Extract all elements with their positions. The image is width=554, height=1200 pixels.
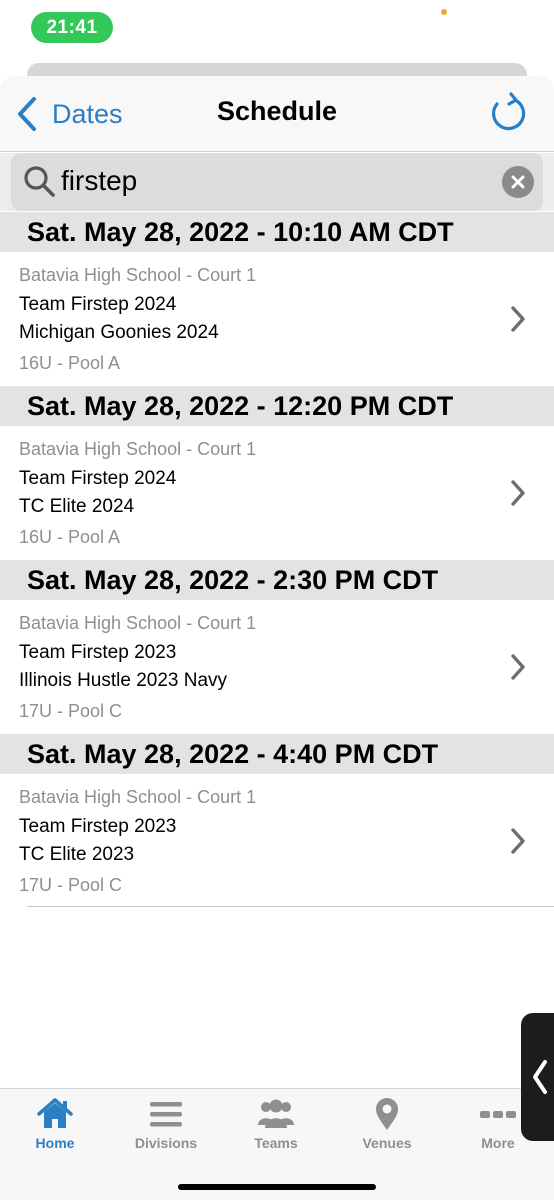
refresh-icon (492, 92, 526, 131)
game-team-2: TC Elite 2023 (19, 844, 135, 865)
game-team-1: Team Firstep 2023 (19, 642, 177, 663)
game-division: 16U - Pool A (19, 353, 121, 373)
game-row[interactable]: Batavia High School - Court 1 Team First… (0, 774, 554, 908)
status-time: 21:41 (31, 12, 113, 43)
privacy-indicator-dot (441, 9, 447, 15)
schedule-sheet: Dates Schedule Sat. May 28, 2022 - 10:10 (0, 76, 554, 1200)
game-division: 17U - Pool C (19, 875, 123, 895)
list-icon (150, 1102, 182, 1127)
chevron-right-icon (511, 306, 525, 332)
section-header: Sat. May 28, 2022 - 4:40 PM CDT (0, 734, 554, 774)
section-header: Sat. May 28, 2022 - 2:30 PM CDT (0, 560, 554, 600)
game-team-2: Illinois Hustle 2023 Navy (19, 670, 228, 691)
people-icon (258, 1099, 294, 1128)
home-indicator (178, 1184, 376, 1190)
tab-label: Home (35, 1135, 75, 1151)
tab-teams[interactable]: Teams (226, 1097, 326, 1157)
search-icon (24, 166, 55, 197)
game-team-1: Team Firstep 2023 (19, 816, 177, 837)
tab-label: More (481, 1135, 515, 1151)
section-header: Sat. May 28, 2022 - 12:20 PM CDT (0, 386, 554, 426)
tab-label: Venues (362, 1135, 412, 1151)
chevron-right-icon (511, 828, 525, 854)
search-bar (0, 153, 554, 211)
close-icon (511, 175, 525, 189)
tab-label: Teams (254, 1135, 298, 1151)
side-panel-handle[interactable] (521, 1013, 554, 1141)
game-row[interactable]: Batavia High School - Court 1 Team First… (0, 252, 554, 386)
search-box (11, 153, 543, 211)
search-input[interactable] (61, 161, 491, 201)
game-team-1: Team Firstep 2024 (19, 294, 177, 315)
more-icon (480, 1111, 516, 1118)
chevron-left-icon (533, 1060, 547, 1094)
game-division: 17U - Pool C (19, 701, 123, 721)
chevron-right-icon (511, 480, 525, 506)
navigation-bar: Dates Schedule (0, 76, 554, 152)
clear-search-button[interactable] (502, 166, 534, 198)
tab-venues[interactable]: Venues (337, 1097, 437, 1157)
game-team-2: TC Elite 2024 (19, 496, 135, 517)
page-title: Schedule (216, 96, 338, 126)
game-venue: Batavia High School - Court 1 (19, 787, 257, 807)
home-icon (37, 1098, 73, 1128)
game-row[interactable]: Batavia High School - Court 1 Team First… (0, 600, 554, 734)
game-team-2: Michigan Goonies 2024 (19, 322, 219, 343)
tab-home[interactable]: Home (5, 1097, 105, 1157)
game-venue: Batavia High School - Court 1 (19, 613, 257, 633)
game-team-1: Team Firstep 2024 (19, 468, 177, 489)
game-venue: Batavia High School - Court 1 (19, 439, 257, 459)
list-divider (27, 906, 554, 907)
refresh-button[interactable] (487, 92, 529, 134)
status-bar: 21:41 (0, 0, 554, 62)
game-venue: Batavia High School - Court 1 (19, 265, 257, 285)
location-pin-icon (376, 1098, 398, 1130)
chevron-right-icon (511, 654, 525, 680)
tab-label: Divisions (134, 1135, 198, 1151)
game-row[interactable]: Batavia High School - Court 1 Team First… (0, 426, 554, 560)
tab-divisions[interactable]: Divisions (116, 1097, 216, 1157)
game-division: 16U - Pool A (19, 527, 121, 547)
section-header: Sat. May 28, 2022 - 10:10 AM CDT (0, 212, 554, 252)
